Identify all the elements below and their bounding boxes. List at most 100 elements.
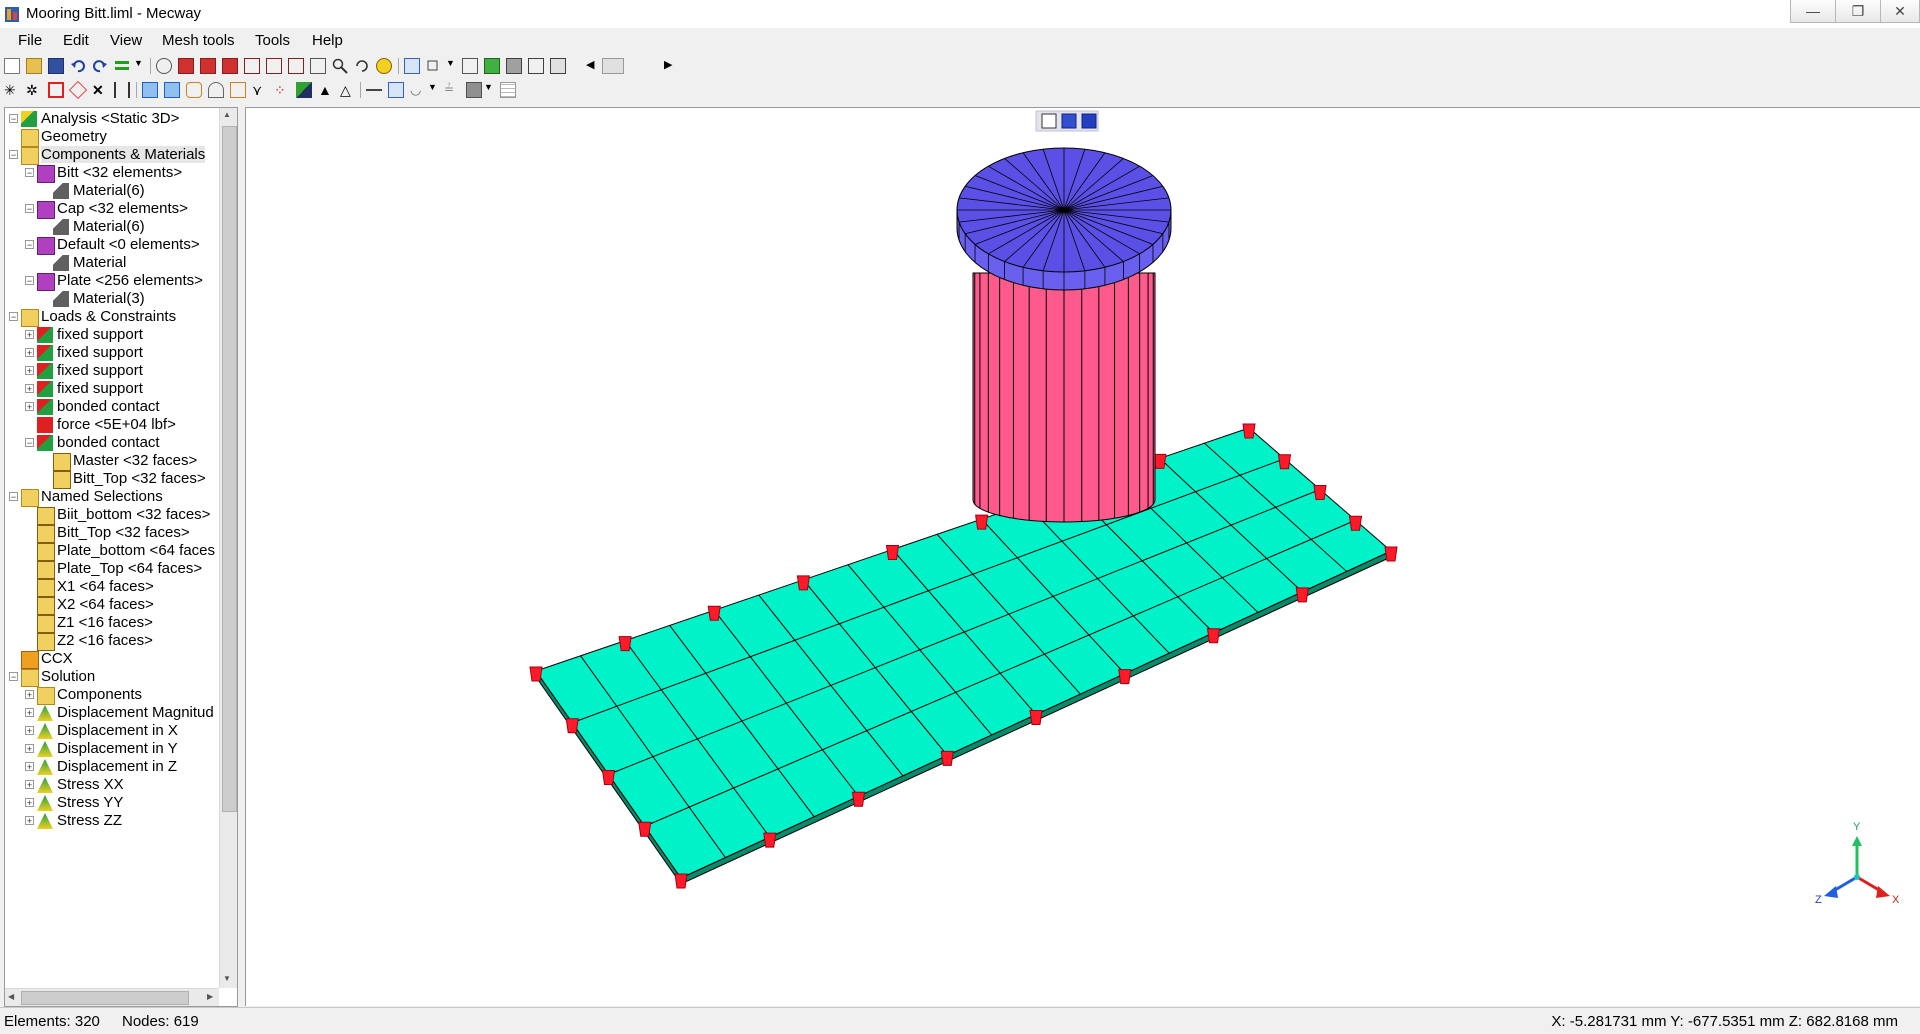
view-top-icon[interactable] xyxy=(266,58,282,74)
view-left-icon[interactable] xyxy=(222,58,238,74)
expand-icon[interactable]: + xyxy=(25,366,34,376)
curve-icon[interactable] xyxy=(388,82,404,98)
view-iso-icon[interactable] xyxy=(156,58,172,74)
nodes-icon[interactable]: ⁘ xyxy=(274,82,290,98)
scroll-left-icon[interactable]: ◀ xyxy=(586,58,602,74)
collapse-icon[interactable]: − xyxy=(25,168,34,178)
support-marker xyxy=(1206,628,1221,644)
expand-icon[interactable]: + xyxy=(25,402,34,412)
tree-hscroll-thumb[interactable] xyxy=(21,991,189,1005)
view-front-icon[interactable] xyxy=(178,58,194,74)
select-mode-icon[interactable] xyxy=(404,58,420,74)
view-cube-icon[interactable] xyxy=(1041,113,1057,129)
tree-horizontal-scrollbar[interactable]: ◀ ▶ xyxy=(5,988,219,1006)
view-cube-buttons[interactable] xyxy=(1035,110,1099,132)
extrude-icon[interactable] xyxy=(186,82,202,98)
refine2-icon[interactable] xyxy=(164,82,180,98)
dropdown-arrow-icon[interactable]: ▼ xyxy=(134,58,144,74)
triangle-icon[interactable]: △ xyxy=(340,82,356,98)
dropdown-arrow-icon[interactable]: ▼ xyxy=(446,58,456,74)
wireframe-icon[interactable] xyxy=(528,58,544,74)
view-back-icon[interactable] xyxy=(200,58,216,74)
delete-icon[interactable]: ✕ xyxy=(92,82,108,98)
scroll-right-icon[interactable]: ▶ xyxy=(664,58,680,74)
grid-icon[interactable] xyxy=(500,82,516,98)
expand-icon[interactable]: + xyxy=(25,762,34,772)
align-icon[interactable]: ≟ xyxy=(444,82,460,98)
shaded-icon[interactable] xyxy=(506,58,522,74)
expand-icon[interactable]: + xyxy=(25,798,34,808)
save-icon[interactable] xyxy=(48,58,64,74)
expand-icon[interactable]: + xyxy=(25,708,34,718)
surface-icon[interactable] xyxy=(484,58,500,74)
tree-scroll-thumb[interactable] xyxy=(222,126,237,812)
undo-icon[interactable] xyxy=(70,58,86,74)
element-icon[interactable] xyxy=(48,82,64,98)
select-dropdown-icon[interactable] xyxy=(426,58,442,74)
new-file-icon[interactable] xyxy=(4,58,20,74)
node-add-icon[interactable]: ✲ xyxy=(26,82,42,98)
tree-vertical-scrollbar[interactable]: ▲ ▼ xyxy=(219,108,237,988)
triangle-fill-icon[interactable]: ▲ xyxy=(318,82,334,98)
view-cube-solid-icon[interactable] xyxy=(1081,113,1097,129)
element-3d-icon[interactable] xyxy=(68,80,88,100)
dropdown-arrow-icon[interactable]: ▼ xyxy=(428,82,438,98)
mesh-icon[interactable] xyxy=(462,58,478,74)
menu-file[interactable]: File xyxy=(16,32,44,49)
maximize-button[interactable]: ❐ xyxy=(1835,0,1881,23)
split-icon[interactable] xyxy=(114,82,130,98)
collapse-icon[interactable]: − xyxy=(25,438,34,448)
collapse-icon[interactable]: − xyxy=(9,150,18,160)
scroll-right-icon[interactable]: ▶ xyxy=(207,992,213,1001)
menu-tools[interactable]: Tools xyxy=(253,32,292,49)
redo-icon[interactable] xyxy=(92,58,108,74)
minimize-button[interactable]: — xyxy=(1790,0,1836,23)
node-star-icon[interactable]: ✳ xyxy=(4,82,20,98)
graphics-viewport[interactable]: Y X Z xyxy=(245,107,1920,1006)
layers-icon[interactable] xyxy=(466,82,482,98)
view-right-icon[interactable] xyxy=(244,58,260,74)
expand-icon[interactable]: + xyxy=(25,816,34,826)
expand-icon[interactable]: + xyxy=(25,384,34,394)
zoom-icon[interactable] xyxy=(332,58,348,74)
expand-icon[interactable]: + xyxy=(25,726,34,736)
sweep-icon[interactable] xyxy=(230,82,246,98)
collapse-icon[interactable]: − xyxy=(9,114,18,124)
view-bottom-icon[interactable] xyxy=(288,58,304,74)
hidden-line-icon[interactable] xyxy=(550,58,566,74)
zoom-fit-icon[interactable] xyxy=(310,58,326,74)
collapse-icon[interactable]: − xyxy=(25,204,34,214)
menu-help[interactable]: Help xyxy=(310,32,345,49)
close-button[interactable]: ✕ xyxy=(1880,0,1920,23)
solve-icon[interactable] xyxy=(114,58,130,74)
scroll-down-icon[interactable]: ▼ xyxy=(223,974,231,983)
view-cube-shaded-icon[interactable] xyxy=(1061,113,1077,129)
revolve-icon[interactable] xyxy=(208,82,224,98)
refine-icon[interactable] xyxy=(142,82,158,98)
collapse-icon[interactable]: − xyxy=(25,276,34,286)
menu-mesh-tools[interactable]: Mesh tools xyxy=(160,32,237,49)
collapse-icon[interactable]: − xyxy=(25,240,34,250)
rotate-icon[interactable] xyxy=(354,58,370,74)
slider-thumb[interactable] xyxy=(602,58,624,74)
scroll-left-icon[interactable]: ◀ xyxy=(8,992,14,1001)
collapse-icon[interactable]: − xyxy=(9,672,18,682)
menu-view[interactable]: View xyxy=(108,32,144,49)
model-scene[interactable]: Y X Z xyxy=(246,108,1920,1006)
expand-icon[interactable]: + xyxy=(25,348,34,358)
open-folder-icon[interactable] xyxy=(26,58,42,74)
expand-icon[interactable]: + xyxy=(25,780,34,790)
menu-edit[interactable]: Edit xyxy=(61,32,91,49)
dropdown-arrow-icon[interactable]: ▼ xyxy=(484,82,494,98)
scroll-up-icon[interactable]: ▲ xyxy=(223,110,231,119)
render-icon[interactable] xyxy=(376,58,392,74)
collapse-icon[interactable]: − xyxy=(9,312,18,322)
arc-icon[interactable]: ◡ xyxy=(410,82,426,98)
expand-icon[interactable]: + xyxy=(25,330,34,340)
collapse-icon[interactable]: − xyxy=(9,492,18,502)
expand-icon[interactable]: + xyxy=(25,744,34,754)
line-icon[interactable] xyxy=(366,82,382,91)
shape-icon[interactable] xyxy=(296,82,312,98)
expand-icon[interactable]: + xyxy=(25,690,34,700)
merge-icon[interactable]: ⋎ xyxy=(252,82,268,98)
